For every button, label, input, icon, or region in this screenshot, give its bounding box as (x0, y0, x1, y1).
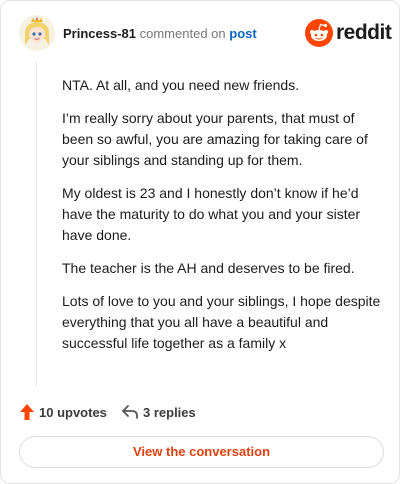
reply-arrow-icon (122, 405, 138, 419)
comment-paragraph: I’m really sorry about your parents, tha… (62, 110, 368, 168)
avatar[interactable] (19, 15, 55, 51)
view-conversation-button[interactable]: View the conversation (19, 436, 384, 468)
username-link[interactable]: Princess-81 (63, 26, 136, 41)
upvote-button[interactable]: 10 upvotes (19, 402, 107, 422)
reddit-snoo-icon (305, 19, 333, 47)
post-link[interactable]: post (229, 26, 256, 41)
comment-header: Princess-81 commented on post reddit (19, 15, 392, 55)
brand-wordmark: reddit (336, 21, 392, 44)
arrow-up-icon (20, 404, 34, 420)
comment-actions: 10 upvotes 3 replies (19, 402, 379, 422)
comment-paragraph: NTA. At all, and you need new friends. (62, 77, 300, 93)
comment-paragraph: My oldest is 23 and I honestly don’t kno… (62, 185, 361, 243)
byline-verb: commented on (139, 26, 226, 41)
thread-line (36, 61, 37, 387)
byline: Princess-81 commented on post (63, 26, 257, 41)
replies-count: 3 replies (143, 404, 196, 420)
upvote-count: 10 upvotes (39, 404, 107, 420)
replies-button[interactable]: 3 replies (121, 402, 196, 422)
comment-body: NTA. At all, and you need new friends. I… (62, 75, 382, 366)
comment-card: Princess-81 commented on post reddit NTA… (0, 0, 400, 484)
reddit-logo[interactable]: reddit (305, 19, 392, 47)
comment-paragraph: Lots of love to you and your siblings, I… (62, 293, 381, 351)
comment-paragraph: The teacher is the AH and deserves to be… (62, 260, 355, 276)
